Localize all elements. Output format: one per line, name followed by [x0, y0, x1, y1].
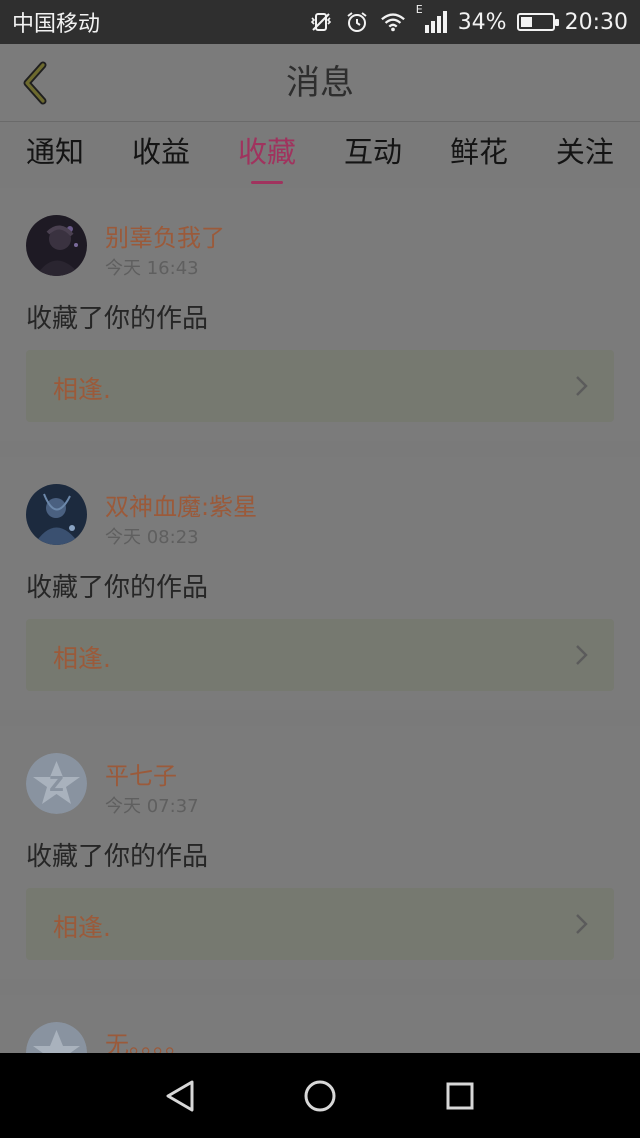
tab-label: 收益: [131, 135, 190, 169]
tab-earnings[interactable]: 收益: [132, 122, 190, 188]
chevron-right-icon: [576, 914, 588, 934]
network-type-label: E: [415, 3, 423, 16]
battery-fill: [520, 17, 533, 27]
screen: 中国移动 E 34% 20:30 消息 通知 收益 收藏 互动 鲜花 关注 别辜…: [0, 0, 640, 1138]
alarm-icon: [344, 9, 370, 35]
tab-following[interactable]: 关注: [556, 122, 614, 188]
status-icons: E 34% 20:30: [308, 3, 628, 35]
carrier-label: 中国移动: [12, 12, 101, 37]
back-triangle-icon: [166, 1080, 194, 1111]
nav-home-button[interactable]: [290, 1066, 350, 1126]
status-bar: 中国移动 E 34% 20:30: [0, 0, 640, 44]
nav-recents-button[interactable]: [430, 1066, 490, 1126]
battery-percent: 34%: [457, 9, 507, 35]
tab-bar: 通知 收益 收藏 互动 鲜花 关注: [0, 122, 640, 188]
username[interactable]: 别辜负我了: [105, 218, 225, 253]
work-link[interactable]: 相逢.: [26, 888, 614, 960]
avatar[interactable]: [26, 484, 87, 545]
tab-label: 收藏: [237, 135, 296, 169]
home-circle-icon: [304, 1080, 336, 1111]
tab-interactions[interactable]: 互动: [344, 122, 402, 188]
work-link[interactable]: 相逢.: [26, 350, 614, 422]
signal-icon: E: [416, 3, 448, 35]
chevron-left-icon: [23, 61, 47, 105]
timestamp: 今天 16:43: [105, 258, 199, 279]
list-item: 双神血魔:紫星 今天 08:23 收藏了你的作品 相逢.: [0, 457, 640, 710]
work-title: 相逢.: [53, 375, 111, 404]
message-list: 别辜负我了 今天 16:43 收藏了你的作品 相逢. 双神血魔:紫星 今天 08…: [0, 188, 640, 979]
list-item: 无。。。。: [0, 995, 640, 1053]
work-title: 相逢.: [53, 644, 111, 673]
clock: 20:30: [564, 9, 628, 35]
app-header: 消息: [0, 44, 640, 122]
tab-favorites[interactable]: 收藏: [238, 122, 296, 188]
list-item: 别辜负我了 今天 16:43 收藏了你的作品 相逢.: [0, 188, 640, 441]
avatar[interactable]: [26, 1022, 87, 1053]
action-text: 收藏了你的作品: [26, 842, 209, 872]
username[interactable]: 平七子: [105, 756, 177, 791]
avatar[interactable]: Z: [26, 753, 87, 814]
username[interactable]: 双神血魔:紫星: [105, 487, 257, 522]
active-tab-indicator: [250, 181, 283, 184]
wifi-icon: [380, 9, 406, 35]
page-title: 消息: [286, 63, 354, 103]
timestamp: 今天 07:37: [105, 796, 199, 817]
timestamp: 今天 08:23: [105, 527, 199, 548]
chevron-right-icon: [576, 645, 588, 665]
tab-flowers[interactable]: 鲜花: [450, 122, 508, 188]
work-title: 相逢.: [53, 913, 111, 942]
username[interactable]: 无。。。。: [105, 1025, 189, 1053]
action-text: 收藏了你的作品: [26, 304, 209, 334]
back-button[interactable]: [10, 56, 60, 110]
avatar[interactable]: [26, 215, 87, 276]
battery-icon: [516, 13, 559, 31]
svg-text:Z: Z: [49, 772, 64, 796]
system-nav-bar: [0, 1053, 640, 1138]
tab-label: 通知: [26, 135, 85, 169]
tab-label: 关注: [555, 135, 614, 169]
recents-square-icon: [446, 1082, 474, 1109]
list-item: Z 平七子 今天 07:37 收藏了你的作品 相逢.: [0, 726, 640, 979]
tab-label: 鲜花: [449, 135, 508, 169]
work-link[interactable]: 相逢.: [26, 619, 614, 691]
chevron-right-icon: [576, 376, 588, 396]
nav-back-button[interactable]: [150, 1066, 210, 1126]
tab-label: 互动: [343, 135, 402, 169]
vibrate-icon: [308, 9, 334, 35]
action-text: 收藏了你的作品: [26, 573, 209, 603]
tab-notifications[interactable]: 通知: [26, 122, 84, 188]
